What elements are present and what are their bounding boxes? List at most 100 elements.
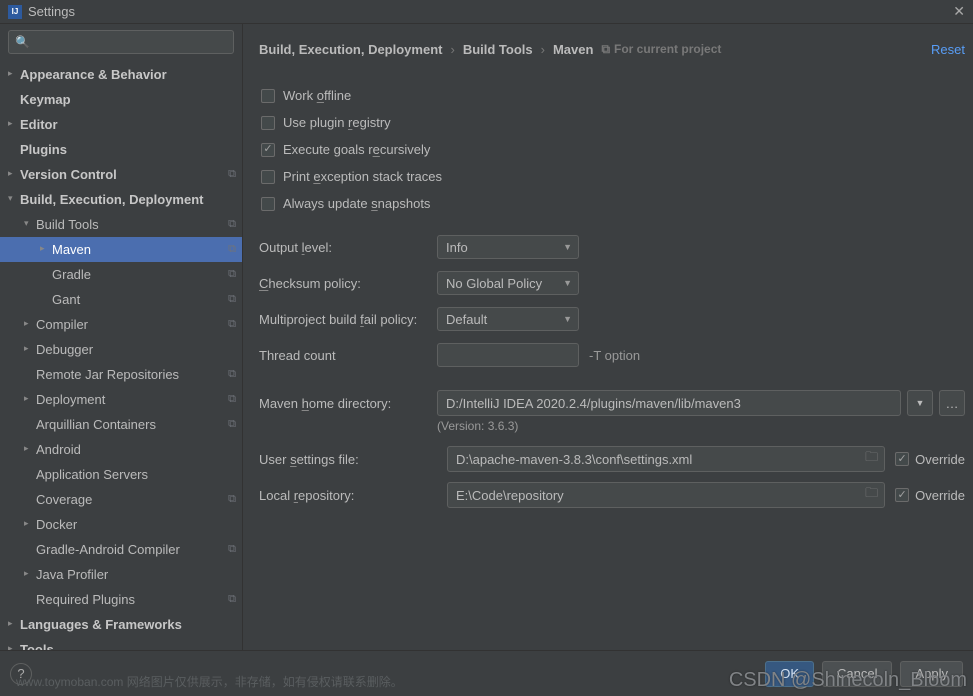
tree-item-build-tools[interactable]: ▾Build Tools ⧉ [0, 212, 242, 237]
tree-item-label: Languages & Frameworks [20, 617, 236, 632]
tree-item-label: Docker [36, 517, 236, 532]
breadcrumb: Build, Execution, Deployment › Build Too… [259, 42, 721, 57]
tree-item-tools[interactable]: ▸Tools [0, 637, 242, 650]
work-offline-label: Work offline [283, 88, 351, 103]
plugin-registry-checkbox[interactable] [261, 116, 275, 130]
work-offline-checkbox[interactable] [261, 89, 275, 103]
content-panel: Build, Execution, Deployment › Build Too… [243, 24, 973, 650]
tree-item-docker[interactable]: ▸Docker [0, 512, 242, 537]
project-scope-icon: ⧉ [228, 318, 236, 331]
tree-item-label: Build, Execution, Deployment [20, 192, 236, 207]
search-input[interactable] [30, 35, 227, 49]
chevron-right-icon: ▸ [24, 518, 36, 529]
tree-item-appearance-behavior[interactable]: ▸Appearance & Behavior [0, 62, 242, 87]
tree-item-languages-frameworks[interactable]: ▸Languages & Frameworks [0, 612, 242, 637]
stack-traces-label: Print exception stack traces [283, 169, 442, 184]
crumb-current: Maven [553, 42, 593, 57]
tree-item-editor[interactable]: ▸Editor [0, 112, 242, 137]
tree-item-gant[interactable]: ▸Gant⧉ [0, 287, 242, 312]
home-dir-select[interactable]: D:/IntelliJ IDEA 2020.2.4/plugins/maven/… [437, 390, 901, 416]
tree-item-label: Editor [20, 117, 236, 132]
tree-item-version-control[interactable]: ▸Version Control⧉ [0, 162, 242, 187]
chevron-right-icon: ▸ [8, 118, 20, 129]
crumb-parent[interactable]: Build, Execution, Deployment [259, 42, 442, 57]
project-scope-icon: ⧉ [228, 543, 236, 556]
chevron-right-icon: ▸ [24, 393, 36, 404]
tree-item-coverage[interactable]: ▸Coverage⧉ [0, 487, 242, 512]
tree-item-deployment[interactable]: ▸Deployment⧉ [0, 387, 242, 412]
tree-item-compiler[interactable]: ▸Compiler⧉ [0, 312, 242, 337]
home-dir-dropdown-button[interactable]: ▼ [907, 390, 933, 416]
tree-item-android[interactable]: ▸Android [0, 437, 242, 462]
chevron-right-icon: ▸ [24, 318, 36, 329]
local-repo-label: Local repository: [259, 488, 437, 503]
tree-item-debugger[interactable]: ▸Debugger [0, 337, 242, 362]
chevron-right-icon: ▸ [24, 443, 36, 454]
crumb-mid[interactable]: Build Tools [463, 42, 533, 57]
recursive-checkbox[interactable] [261, 143, 275, 157]
tree-item-remote-jar-repositories[interactable]: ▸Remote Jar Repositories⧉ [0, 362, 242, 387]
cancel-button[interactable]: Cancel [822, 661, 892, 687]
tree-item-label: Gant [52, 292, 224, 307]
chevron-right-icon: ▸ [8, 643, 20, 650]
thread-count-input[interactable] [437, 343, 579, 367]
project-scope-icon: ⧉ [228, 218, 236, 231]
local-repo-input[interactable]: E:\Code\repository 🗀 [447, 482, 885, 508]
thread-hint: -T option [589, 348, 640, 363]
tree-item-gradle[interactable]: ▸Gradle⧉ [0, 262, 242, 287]
project-scope-icon: ⧉ [228, 168, 236, 181]
tree-item-required-plugins[interactable]: ▸Required Plugins⧉ [0, 587, 242, 612]
tree-item-label: Gradle-Android Compiler [36, 542, 224, 557]
tree-item-gradle-android-compiler[interactable]: ▸Gradle-Android Compiler⧉ [0, 537, 242, 562]
override-repo-label: Override [915, 488, 965, 503]
tree-item-label: Appearance & Behavior [20, 67, 236, 82]
title-bar: IJ Settings ✕ [0, 0, 973, 24]
project-scope-icon: ⧉ [228, 418, 236, 431]
snapshots-checkbox[interactable] [261, 197, 275, 211]
search-input-wrapper[interactable]: 🔍 [8, 30, 234, 54]
project-scope-icon: ⧉ [228, 493, 236, 506]
maven-version-hint: (Version: 3.6.3) [259, 419, 965, 433]
app-icon: IJ [8, 5, 22, 19]
folder-icon[interactable]: 🗀 [865, 448, 878, 470]
tree-item-label: Deployment [36, 392, 224, 407]
tree-item-label: Coverage [36, 492, 224, 507]
chevron-down-icon: ▼ [916, 398, 925, 408]
user-settings-input[interactable]: D:\apache-maven-3.8.3\conf\settings.xml … [447, 446, 885, 472]
tree-item-label: Application Servers [36, 467, 236, 482]
project-scope-icon: ⧉ [228, 293, 236, 306]
project-scope-icon: ⧉ [601, 42, 610, 57]
thread-count-label: Thread count [259, 348, 437, 363]
project-scope-icon: ⧉ [228, 243, 236, 256]
close-icon[interactable]: ✕ [953, 3, 965, 20]
folder-icon[interactable]: 🗀 [865, 484, 878, 506]
tree-item-java-profiler[interactable]: ▸Java Profiler [0, 562, 242, 587]
snapshots-label: Always update snapshots [283, 196, 430, 211]
project-scope-icon: ⧉ [228, 268, 236, 281]
tree-item-arquillian-containers[interactable]: ▸Arquillian Containers⧉ [0, 412, 242, 437]
tree-item-label: Remote Jar Repositories [36, 367, 224, 382]
stack-traces-checkbox[interactable] [261, 170, 275, 184]
tree-item-label: Arquillian Containers [36, 417, 224, 432]
chevron-right-icon: ▸ [8, 168, 20, 179]
tree-item-maven[interactable]: ▸Maven⧉ [0, 237, 242, 262]
override-repo-checkbox[interactable] [895, 488, 909, 502]
chevron-right-icon: ▸ [8, 68, 20, 79]
override-settings-checkbox[interactable] [895, 452, 909, 466]
multi-fail-select[interactable]: Default ▼ [437, 307, 579, 331]
tree-item-plugins[interactable]: ▸Plugins [0, 137, 242, 162]
tree-item-build-execution-deployment[interactable]: ▾Build, Execution, Deployment [0, 187, 242, 212]
tree-item-label: Required Plugins [36, 592, 224, 607]
chevron-down-icon: ▾ [24, 218, 36, 229]
output-level-select[interactable]: Info ▼ [437, 235, 579, 259]
apply-button[interactable]: Apply [900, 661, 963, 687]
home-dir-browse-button[interactable]: … [939, 390, 965, 416]
chevron-down-icon: ▼ [563, 278, 572, 288]
tree-item-keymap[interactable]: ▸Keymap [0, 87, 242, 112]
chevron-down-icon: ▾ [8, 193, 20, 204]
checksum-select[interactable]: No Global Policy ▼ [437, 271, 579, 295]
ok-button[interactable]: OK [765, 661, 814, 687]
reset-button[interactable]: Reset [931, 42, 965, 57]
tree-item-label: Build Tools [36, 217, 224, 232]
tree-item-application-servers[interactable]: ▸Application Servers [0, 462, 242, 487]
